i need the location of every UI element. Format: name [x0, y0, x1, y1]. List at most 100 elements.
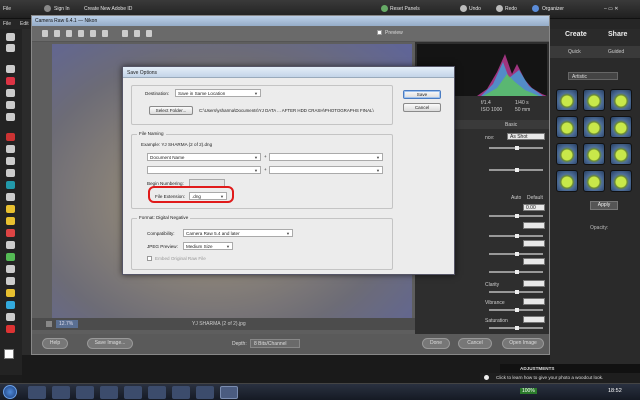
undo-button[interactable]: Undo — [469, 6, 481, 12]
taskbar-app-icon[interactable] — [28, 386, 46, 399]
effect-thumb[interactable] — [610, 170, 632, 192]
exposure-field[interactable]: 0.00 — [523, 204, 545, 211]
default-link[interactable]: Default — [527, 195, 543, 201]
rotate-right-icon[interactable] — [146, 30, 152, 37]
save-button[interactable]: Save — [403, 90, 441, 99]
effect-thumb[interactable] — [583, 170, 605, 192]
effects-category-select[interactable]: Artistic — [568, 72, 618, 80]
slider-track[interactable] — [489, 214, 543, 218]
open-image-button[interactable]: Open Image — [502, 338, 544, 349]
move-tool-icon[interactable] — [6, 65, 15, 73]
clone-stamp-icon[interactable] — [6, 193, 15, 201]
hint-text[interactable]: Click to learn how to give your photo a … — [496, 375, 603, 380]
zoom-out-icon[interactable] — [46, 321, 52, 327]
zoom-level[interactable]: 12.7% — [56, 320, 78, 328]
effect-thumb[interactable] — [556, 143, 578, 165]
rotate-left-icon[interactable] — [134, 30, 140, 37]
basic-tab[interactable]: Basic — [505, 122, 517, 128]
zoom-tool-icon[interactable] — [6, 33, 15, 41]
red-eye-icon[interactable] — [6, 133, 15, 141]
effect-thumb[interactable] — [610, 89, 632, 111]
effect-thumb[interactable] — [556, 170, 578, 192]
slider-knob[interactable] — [515, 290, 519, 294]
cookie-cutter-icon[interactable] — [6, 325, 15, 333]
start-button[interactable] — [3, 385, 17, 399]
help-button[interactable]: Help — [42, 338, 68, 349]
slider-knob[interactable] — [515, 214, 519, 218]
guided-tab[interactable]: Guided — [608, 49, 624, 55]
red-eye-icon[interactable] — [102, 30, 108, 37]
slider-knob[interactable] — [515, 326, 519, 330]
apply-button[interactable]: Apply — [590, 201, 618, 210]
organizer-button[interactable]: Organizer — [542, 6, 564, 12]
auto-link[interactable]: Auto — [511, 195, 521, 201]
vibrance-slider[interactable] — [489, 308, 543, 312]
slider-knob[interactable] — [515, 270, 519, 274]
redo-button[interactable]: Redo — [505, 6, 517, 12]
white-balance-icon[interactable] — [66, 30, 72, 37]
effect-thumb[interactable] — [583, 89, 605, 111]
window-controls[interactable]: – ▭ ✕ — [604, 6, 618, 12]
brush-icon[interactable] — [6, 205, 15, 213]
effect-thumb[interactable] — [556, 89, 578, 111]
slider-track[interactable] — [489, 168, 543, 172]
slider-knob[interactable] — [515, 146, 519, 150]
pencil-icon[interactable] — [6, 217, 15, 225]
sign-in-link[interactable]: Sign In — [54, 6, 70, 12]
save-image-button[interactable]: Save Image... — [87, 338, 133, 349]
effect-thumb[interactable] — [583, 143, 605, 165]
hand-tool-icon[interactable] — [6, 44, 15, 52]
select-folder-button[interactable]: Select Folder... — [149, 106, 193, 115]
create-tab[interactable]: Create — [565, 31, 587, 38]
taskbar-app-icon[interactable] — [172, 386, 190, 399]
setting-field[interactable] — [523, 222, 545, 229]
straighten-icon[interactable] — [6, 169, 15, 177]
quick-tab[interactable]: Quick — [568, 49, 581, 55]
type-tool-icon[interactable] — [6, 145, 15, 153]
preview-checkbox[interactable] — [377, 30, 382, 35]
slider-knob[interactable] — [515, 252, 519, 256]
taskbar-photoshop-icon[interactable] — [220, 386, 238, 399]
crop-icon[interactable] — [78, 30, 84, 37]
clarity-field[interactable] — [523, 280, 545, 287]
vibrance-field[interactable] — [523, 298, 545, 305]
marquee-icon[interactable] — [6, 89, 15, 97]
paint-bucket-icon[interactable] — [6, 241, 15, 249]
effect-thumb[interactable] — [610, 116, 632, 138]
share-tab[interactable]: Share — [608, 31, 627, 38]
recompose-icon[interactable] — [6, 313, 15, 321]
preferences-icon[interactable] — [122, 30, 128, 37]
name-part-1-select[interactable]: Document Name ▼ — [147, 153, 261, 161]
jpeg-preview-select[interactable]: Medium Size ▼ — [183, 242, 233, 250]
clarity-slider[interactable] — [489, 290, 543, 294]
name-part-4-select[interactable]: ▼ — [269, 166, 383, 174]
sponge-icon[interactable] — [6, 289, 15, 297]
name-part-3-select[interactable]: ▼ — [147, 166, 261, 174]
reset-panels-button[interactable]: Reset Panels — [390, 6, 420, 12]
taskbar-app-icon[interactable] — [100, 386, 118, 399]
menu-edit[interactable]: Edit — [20, 21, 29, 27]
slider-track[interactable] — [489, 270, 543, 274]
taskbar-app-icon[interactable] — [148, 386, 166, 399]
taskbar-app-icon[interactable] — [124, 386, 142, 399]
setting-field[interactable] — [523, 258, 545, 265]
menu-file-2[interactable]: File — [3, 21, 11, 27]
cancel-raw-button[interactable]: Cancel — [458, 338, 492, 349]
taskbar-app-icon[interactable] — [76, 386, 94, 399]
depth-select[interactable]: 8 Bits/Channel — [250, 339, 300, 348]
slider-knob[interactable] — [515, 168, 519, 172]
slider-knob[interactable] — [515, 308, 519, 312]
zoom-icon[interactable] — [42, 30, 48, 37]
slider-track[interactable] — [489, 252, 543, 256]
destination-select[interactable]: Save in Same Location ▼ — [175, 89, 261, 97]
saturation-field[interactable] — [523, 316, 545, 323]
effect-thumb[interactable] — [583, 116, 605, 138]
smart-brush-icon[interactable] — [6, 301, 15, 309]
create-adobe-id-link[interactable]: Create New Adobe ID — [84, 6, 132, 12]
hand-icon[interactable] — [54, 30, 60, 37]
cancel-button[interactable]: Cancel — [403, 103, 441, 112]
taskbar-app-icon[interactable] — [196, 386, 214, 399]
slider-track[interactable] — [489, 146, 543, 150]
effect-thumb[interactable] — [556, 116, 578, 138]
embed-raw-checkbox[interactable] — [147, 256, 152, 261]
